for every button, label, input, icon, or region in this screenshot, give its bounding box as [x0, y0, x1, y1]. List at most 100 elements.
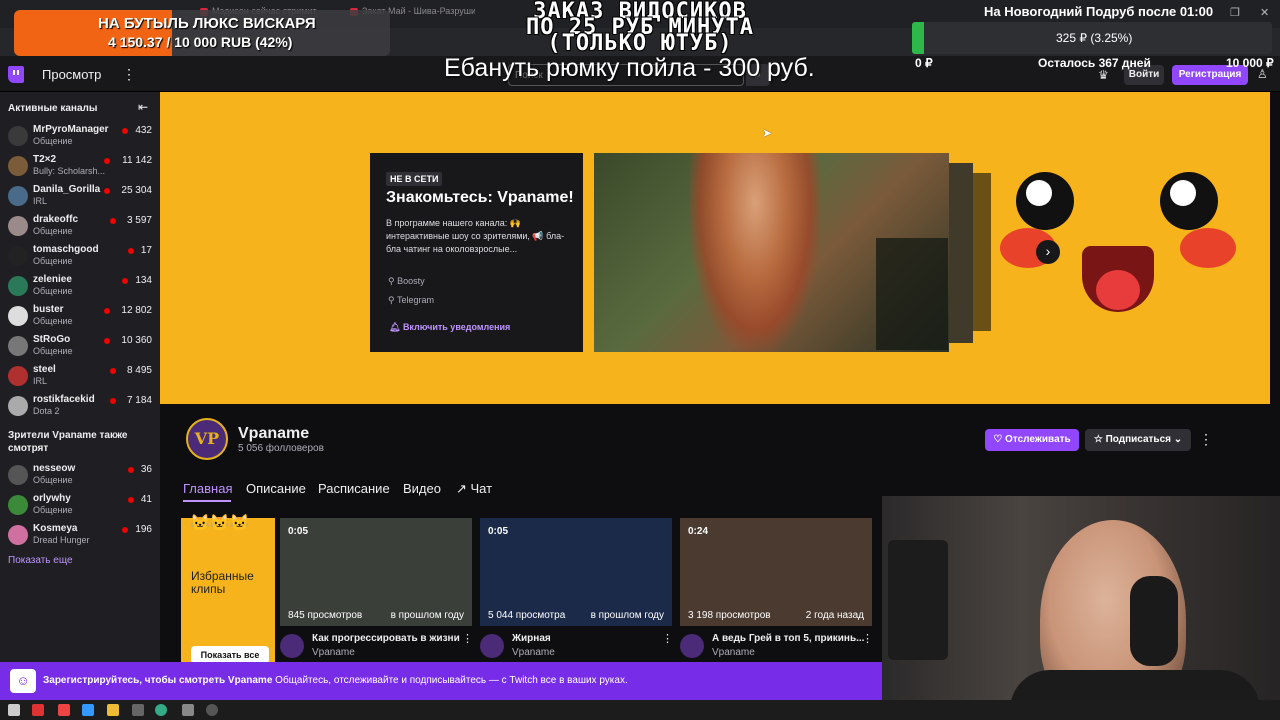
offline-description: В программе нашего канала: 🙌 интерактивн… — [386, 218, 565, 254]
app-icon[interactable] — [182, 704, 194, 716]
order-caption-line3: (ТОЛЬКО ЮТУБ) — [547, 31, 733, 56]
sidebar-channel-item[interactable]: steel IRL 8 495 — [0, 362, 160, 392]
clip-channel-avatar[interactable] — [680, 634, 704, 658]
sidebar-channel-item[interactable]: MrPyroManager Общение 432 — [0, 122, 160, 152]
windows-start-icon[interactable] — [8, 704, 20, 716]
sidebar-channel-item[interactable]: rostikfacekid Dota 2 7 184 — [0, 392, 160, 422]
clip-title[interactable]: Жирная — [512, 633, 551, 644]
twitch-logo-icon[interactable] — [8, 66, 24, 83]
live-indicator-icon — [122, 128, 128, 134]
follow-button[interactable]: ♡ Отслеживать — [985, 429, 1079, 451]
social-link-boosty[interactable]: ⚲ Boosty — [388, 276, 425, 287]
live-indicator-icon — [122, 527, 128, 533]
live-indicator-icon — [110, 368, 116, 374]
sidebar-channel-item[interactable]: nesseow Общение 36 — [0, 461, 160, 491]
live-indicator-icon — [128, 248, 134, 254]
shot-price-caption: Ебануть рюмку пойла - 300 руб. — [444, 54, 815, 82]
sidebar-channel-item[interactable]: Danila_Gorilla IRL 25 304 — [0, 182, 160, 212]
social-link-telegram[interactable]: ⚲ Telegram — [388, 295, 434, 306]
channel-avatar[interactable]: VP — [186, 418, 228, 460]
crown-icon[interactable]: ♛ — [1098, 68, 1109, 82]
clip-title[interactable]: Как прогрессировать в жизни — [312, 633, 460, 644]
channel-name: zeleniee — [33, 274, 72, 285]
clip-duration: 0:24 — [688, 526, 709, 537]
enable-notifications-button[interactable]: 🔔︎ Включить уведомления — [389, 322, 510, 333]
clip-views: 5 044 просмотра — [488, 610, 566, 621]
clip-more-icon[interactable]: ⋮ — [862, 632, 873, 645]
clip-channel-name[interactable]: Vpaname — [512, 647, 555, 658]
channel-name: orlywhy — [33, 493, 71, 504]
live-indicator-icon — [104, 188, 110, 194]
more-icon[interactable]: ⋮ — [122, 66, 136, 83]
bell-icon: 🔔︎ — [389, 322, 403, 332]
webcam-microphone — [888, 540, 948, 660]
telegram-icon[interactable] — [82, 704, 94, 716]
collapse-sidebar-icon[interactable]: ⇤ — [138, 100, 148, 114]
tab-chat[interactable]: ↗ Чат — [456, 481, 492, 497]
clip-channel-name[interactable]: Vpaname — [712, 647, 755, 658]
clip-title[interactable]: А ведь Грей в топ 5, прикинь... — [712, 633, 864, 644]
sidebar-channel-item[interactable]: Kosmeya Dread Hunger 196 — [0, 521, 160, 551]
channel-category: Bully: Scholarsh... — [33, 166, 106, 176]
show-more-link[interactable]: Показать еще — [8, 555, 73, 566]
signup-rest: Общайтесь, отслеживайте и подписывайтесь… — [272, 675, 628, 686]
sidebar-channel-item[interactable]: tomaschgood Общение 17 — [0, 242, 160, 272]
app-icon[interactable] — [58, 704, 70, 716]
carousel-next-button[interactable]: › — [1036, 240, 1060, 264]
sidebar-channel-item[interactable]: zeleniee Общение 134 — [0, 272, 160, 302]
close-icon[interactable]: ✕ — [1260, 6, 1269, 19]
featured-clips-title: Избранные клипы — [191, 569, 254, 596]
channel-category: Общение — [33, 256, 73, 266]
channel-avatar — [8, 156, 28, 176]
clip-thumbnail[interactable]: 0:24 3 198 просмотров 2 года назад — [680, 518, 872, 626]
donation-goal-amount: 4 150.37 / 10 000 RUB (42%) — [108, 34, 293, 50]
sidebar-channel-item[interactable]: StRoGo Общение 10 360 — [0, 332, 160, 362]
active-channels-heading: Активные каналы — [8, 103, 98, 114]
clip-more-icon[interactable]: ⋮ — [662, 632, 673, 645]
clip-views: 845 просмотров — [288, 610, 363, 621]
app-icon[interactable] — [132, 704, 144, 716]
channel-avatar — [8, 186, 28, 206]
channel-avatar — [8, 396, 28, 416]
clip-thumbnail[interactable]: 0:05 845 просмотров в прошлом году — [280, 518, 472, 626]
tab-videos[interactable]: Видео — [403, 481, 441, 496]
tab-schedule[interactable]: Расписание — [318, 481, 390, 496]
carousel-next-preview[interactable] — [949, 163, 973, 343]
carousel-far-preview[interactable] — [973, 173, 991, 331]
clip-views: 3 198 просмотров — [688, 610, 771, 621]
sidebar-channel-item[interactable]: T2×2 Bully: Scholarsh... 11 142 — [0, 152, 160, 182]
channel-avatar — [8, 276, 28, 296]
sidebar-channel-item[interactable]: orlywhy Общение 41 — [0, 491, 160, 521]
clip-more-icon[interactable]: ⋮ — [462, 632, 473, 645]
channel-name: T2×2 — [33, 154, 57, 165]
viewer-count: 8 495 — [126, 365, 152, 376]
channel-avatar — [8, 216, 28, 236]
signup-bold: Зарегистрируйтесь, чтобы смотреть Vpanam… — [43, 675, 273, 686]
channel-avatar — [8, 495, 28, 515]
sidebar-channel-item[interactable]: drakeoffc Общение 3 597 — [0, 212, 160, 242]
subscribe-button[interactable]: ☆ Подписаться ⌄ — [1085, 429, 1191, 451]
clip-thumbnail[interactable]: 0:05 5 044 просмотра в прошлом году — [480, 518, 672, 626]
donation-goal-right-title: На Новогодний Подруб после 01:00 — [984, 4, 1214, 19]
channel-category: Общение — [33, 475, 73, 485]
live-indicator-icon — [104, 338, 110, 344]
clip-channel-avatar[interactable] — [480, 634, 504, 658]
yandex-icon[interactable] — [32, 704, 44, 716]
browse-link[interactable]: Просмотр — [42, 67, 101, 82]
restore-icon[interactable]: ❐ — [1230, 6, 1240, 19]
obs-icon[interactable] — [206, 704, 218, 716]
channel-more-icon[interactable]: ⋮ — [1199, 431, 1213, 448]
tab-home[interactable]: Главная — [183, 481, 232, 496]
viewer-count: 17 — [140, 245, 152, 256]
channel-name: drakeoffc — [33, 214, 79, 225]
chrome-icon[interactable] — [155, 704, 167, 716]
clip-channel-avatar[interactable] — [280, 634, 304, 658]
sidebar-channel-item[interactable]: buster Общение 12 802 — [0, 302, 160, 332]
tab-about[interactable]: Описание — [246, 481, 306, 496]
viewer-count: 41 — [140, 494, 152, 505]
channel-category: Общение — [33, 286, 73, 296]
folder-icon[interactable] — [107, 704, 119, 716]
offline-badge: НЕ В СЕТИ — [386, 172, 443, 186]
banner-eye-right — [1160, 172, 1218, 230]
clip-channel-name[interactable]: Vpaname — [312, 647, 355, 658]
